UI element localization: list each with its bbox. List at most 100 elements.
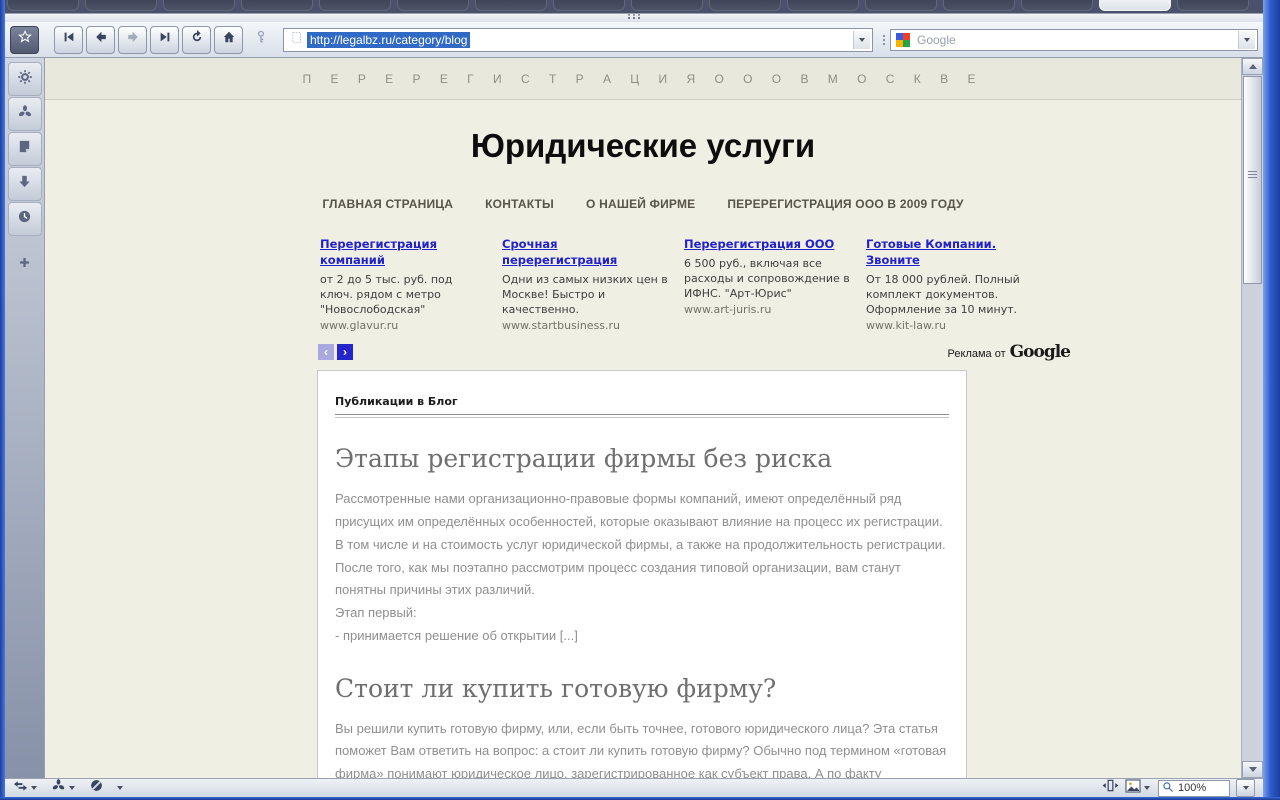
toolbar-grip[interactable] [5,13,1263,22]
unite-status-control[interactable] [51,778,75,798]
chevron-down-icon [1243,786,1249,790]
ad-url: www.startbusiness.ru [502,318,670,333]
chevron-down-icon [69,786,75,790]
blocked-circle-icon [89,778,104,798]
webpage-viewport: П Е Р Е Р Е Г И С Т Р А Ц И Я О О О В М … [45,58,1241,778]
double-rule [335,414,949,418]
fast-forward-button[interactable] [150,26,179,54]
nav-item-home[interactable]: ГЛАВНАЯ СТРАНИЦА [322,197,453,211]
ad-title-link[interactable]: Перерегистрация ООО [684,237,852,253]
search-input[interactable] [915,32,1233,48]
blog-content-card: Публикации в Блог Этапы регистрации фирм… [317,370,967,778]
tab[interactable] [397,0,469,11]
site-title: Юридические услуги [45,127,1241,165]
forward-button-disabled[interactable] [118,26,147,54]
unite-panel-button[interactable] [8,97,42,131]
reload-button[interactable] [182,26,211,54]
back-icon [94,30,108,49]
chevron-down-icon [859,38,865,42]
triangle-up-icon [1249,64,1257,69]
address-text-selected[interactable]: http://legalbz.ru/category/blog [307,32,470,48]
clock-icon [17,209,32,229]
ad-unit[interactable]: Срочная перерегистрация Одни из самых ни… [502,237,670,333]
fit-to-width-button[interactable] [1102,778,1119,798]
search-box[interactable] [890,29,1258,51]
window-border-right [1263,0,1280,800]
ad-url: www.glavur.ru [320,318,488,333]
browser-window: http://legalbz.ru/category/blog [0,0,1280,800]
tab[interactable] [787,0,859,11]
history-panel-button[interactable] [8,202,42,236]
image-icon [1125,779,1141,798]
ad-url: www.kit-law.ru [866,318,1034,333]
scroll-down-button[interactable] [1242,761,1263,778]
post-body: Рассмотренные нами организационно-правов… [335,488,949,647]
zoom-dropdown-button[interactable] [1236,779,1255,797]
tab[interactable] [553,0,625,11]
plus-icon [18,256,31,274]
zoom-control[interactable]: 100% [1158,780,1230,797]
panel-sidebar [5,58,45,778]
blocked-content-control[interactable] [89,778,123,798]
ad-unit[interactable]: Перерегистрация ООО 6 500 руб., включая … [684,237,852,333]
ads-pager-row: ‹ › Реклама от Google [318,342,1070,362]
ads-prev-button[interactable]: ‹ [318,344,334,360]
ad-url: www.art-juris.ru [684,302,852,317]
nav-item-reregistration[interactable]: ПЕРЕРЕГИСТРАЦИЯ ООО В 2009 ГОДУ [727,197,963,211]
post-title[interactable]: Этапы регистрации фирмы без риска [335,444,949,473]
sync-status-control[interactable] [13,778,37,798]
ad-title-link[interactable]: Готовые Компании. Звоните [866,237,1034,269]
panels-toggle-button[interactable] [10,26,39,54]
ads-by-label: Реклама от [948,348,1006,360]
ad-unit[interactable]: Перерегистрация компаний от 2 до 5 тыс. … [320,237,488,333]
nav-item-about[interactable]: О НАШЕЙ ФИРМЕ [586,197,695,211]
tab[interactable] [1177,0,1249,11]
address-bar[interactable]: http://legalbz.ru/category/blog [283,28,873,52]
downloads-panel-button[interactable] [8,167,42,201]
tab[interactable] [631,0,703,11]
back-button[interactable] [86,26,115,54]
ad-title-link[interactable]: Перерегистрация компаний [320,237,488,269]
tab[interactable] [475,0,547,11]
chevron-down-icon [1144,786,1150,790]
scroll-up-button[interactable] [1242,58,1263,75]
tab-active[interactable] [1099,0,1171,11]
tab[interactable] [163,0,235,11]
tab[interactable] [1021,0,1093,11]
tab[interactable] [865,0,937,11]
home-button[interactable] [214,26,243,54]
reload-icon [190,30,204,49]
tab[interactable] [241,0,313,11]
toolbar-separator[interactable] [881,35,887,45]
tab[interactable] [943,0,1015,11]
blog-section-title: Публикации в Блог [335,395,949,408]
vertical-scrollbar[interactable] [1241,58,1263,778]
gear-icon [17,69,33,90]
ads-attribution[interactable]: Реклама от Google [948,342,1070,362]
tab[interactable] [319,0,391,11]
ads-next-button[interactable]: › [337,344,353,360]
rewind-button[interactable] [54,26,83,54]
rewind-icon [62,30,76,49]
tab[interactable] [85,0,157,11]
add-panel-button[interactable] [8,248,42,282]
scrollbar-thumb[interactable] [1243,76,1262,284]
swirl-fan-icon [17,104,33,125]
main-toolbar: http://legalbz.ru/category/blog [5,22,1263,58]
ad-text: От 18 000 рублей. Полный комплект докуме… [866,273,1020,316]
widgets-panel-button[interactable] [8,62,42,96]
nav-item-contacts[interactable]: КОНТАКТЫ [485,197,554,211]
tab[interactable] [709,0,781,11]
forward-icon [126,30,140,49]
password-wand-button[interactable] [246,26,275,54]
search-dropdown-button[interactable] [1238,31,1255,49]
post-title[interactable]: Стоит ли купить готовую фирму? [335,674,949,703]
notes-panel-button[interactable] [8,132,42,166]
images-toggle-button[interactable] [1125,779,1150,798]
google-ads-block: Перерегистрация компаний от 2 до 5 тыс. … [320,237,1060,333]
tab[interactable] [7,0,79,11]
chevron-down-icon [117,786,123,790]
ad-unit[interactable]: Готовые Компании. Звоните От 18 000 рубл… [866,237,1034,333]
ad-title-link[interactable]: Срочная перерегистрация [502,237,670,269]
address-dropdown-button[interactable] [853,31,870,49]
